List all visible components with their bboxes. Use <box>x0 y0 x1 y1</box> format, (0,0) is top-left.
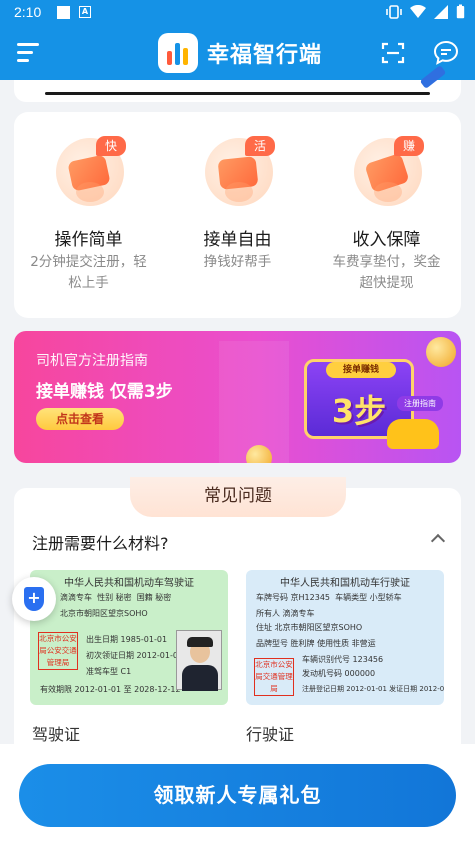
progress-bar <box>45 92 430 95</box>
wifi-icon <box>410 4 426 18</box>
vl-engine: 发动机号码 000000 <box>302 669 376 678</box>
status-time: 2:10 <box>14 4 42 20</box>
art-tag: 注册指南 <box>397 396 443 411</box>
scan-icon[interactable] <box>381 41 405 65</box>
shield-plus-icon: + <box>24 587 44 611</box>
app-title: 幸福智行端 <box>207 43 323 68</box>
coin-icon <box>426 337 456 367</box>
feature-simple: 快 操作简单 2分钟提交注册，轻松上手 <box>14 112 163 318</box>
vl-owner: 所有人 滴滴专车 <box>256 609 315 618</box>
license-title: 中华人民共和国机动车驾驶证 <box>64 578 194 589</box>
status-bar: 2:10 A <box>0 0 475 26</box>
license-address: 北京市朝阳区望京SOHO <box>60 609 148 618</box>
license-issue: 初次领证日期 2012-01-01 <box>86 651 184 660</box>
faq-card: 常见问题 注册需要什么材料? 中华人民共和国机动车驾驶证 滴滴专车 性别 秘密 … <box>14 477 461 758</box>
vl-vin: 车辆识别代号 123456 <box>302 655 384 664</box>
license-name: 滴滴专车 性别 秘密 国籍 秘密 <box>60 593 172 602</box>
driver-license-image: 中华人民共和国机动车驾驶证 滴滴专车 性别 秘密 国籍 秘密 北京市朝阳区望京S… <box>30 570 228 705</box>
app-header: 幸福智行端 <box>0 26 475 80</box>
vehicle-license-image: 中华人民共和国机动车行驶证 车牌号码 京H12345 车辆类型 小型轿车 所有人… <box>246 570 444 705</box>
feature-income: 赚 收入保障 车费享垫付，奖金超快提现 <box>312 112 461 318</box>
driver-photo <box>176 630 222 691</box>
feature-title: 操作简单 <box>54 230 123 250</box>
feature-title: 接单自由 <box>203 230 272 250</box>
vl-stamp: 北京市公安局交通管理局 <box>254 658 294 696</box>
claim-gift-button[interactable]: 领取新人专属礼包 <box>19 764 456 827</box>
signal-icon <box>434 4 448 19</box>
brand: 幸福智行端 <box>158 33 322 73</box>
car-icon <box>387 419 439 449</box>
faq-question[interactable]: 注册需要什么材料? <box>32 530 169 554</box>
feature-badge: 活 <box>245 136 275 156</box>
registration-guide-banner[interactable]: 司机官方注册指南 接单赚钱 仅需3步 点击查看 接单赚钱 3步 注册指南 <box>14 331 461 463</box>
view-button[interactable]: 点击查看 <box>36 408 124 430</box>
feature-badge: 快 <box>96 136 126 156</box>
top-card <box>14 80 461 102</box>
vl-address: 住址 北京市朝阳区望京SOHO <box>256 623 363 632</box>
license-stamp: 北京市公安局公安交通管理局 <box>38 632 78 670</box>
vl-dates: 注册登记日期 2012-01-01 发证日期 2012-01-01 <box>302 685 444 693</box>
chat-icon[interactable] <box>433 40 459 66</box>
feature-free: 活 接单自由 挣钱好帮手 <box>163 112 312 318</box>
vibrate-icon <box>386 4 402 19</box>
app-logo-icon <box>158 33 198 73</box>
security-shield-button[interactable]: + <box>12 577 56 621</box>
feature-card: 快 操作简单 2分钟提交注册，轻松上手 活 接单自由 挣钱好帮手 赚 收入保障 … <box>14 112 461 318</box>
feature-title: 收入保障 <box>352 230 421 250</box>
license-class: 准驾车型 C1 <box>86 667 132 676</box>
art-label: 接单赚钱 <box>326 362 396 378</box>
license-title: 中华人民共和国机动车行驶证 <box>280 578 410 589</box>
feature-desc: 2分钟提交注册，轻松上手 <box>30 254 147 291</box>
battery-icon <box>456 4 465 19</box>
notification-square-icon <box>57 6 70 19</box>
faq-tab: 常见问题 <box>130 477 346 517</box>
banner-title: 接单赚钱 仅需3步 <box>36 382 173 402</box>
menu-icon[interactable] <box>17 43 39 63</box>
chevron-up-icon[interactable] <box>430 533 446 549</box>
vehicle-license-label: 行驶证 <box>246 725 295 744</box>
vl-brand: 品牌型号 胜利牌 使用性质 非营运 <box>256 639 376 648</box>
feature-desc: 挣钱好帮手 <box>203 254 272 270</box>
feature-desc: 车费享垫付，奖金超快提现 <box>332 254 441 291</box>
banner-subtitle: 司机官方注册指南 <box>36 353 148 369</box>
driver-license-label: 驾驶证 <box>32 725 81 744</box>
license-birth: 出生日期 1985-01-01 <box>86 635 168 644</box>
notification-a-icon: A <box>79 6 91 18</box>
vl-plate: 车牌号码 京H12345 车辆类型 小型轿车 <box>256 593 402 602</box>
license-valid: 有效期限 2012-01-01 至 2028-12-12 <box>40 685 181 694</box>
feature-badge: 赚 <box>394 136 424 156</box>
